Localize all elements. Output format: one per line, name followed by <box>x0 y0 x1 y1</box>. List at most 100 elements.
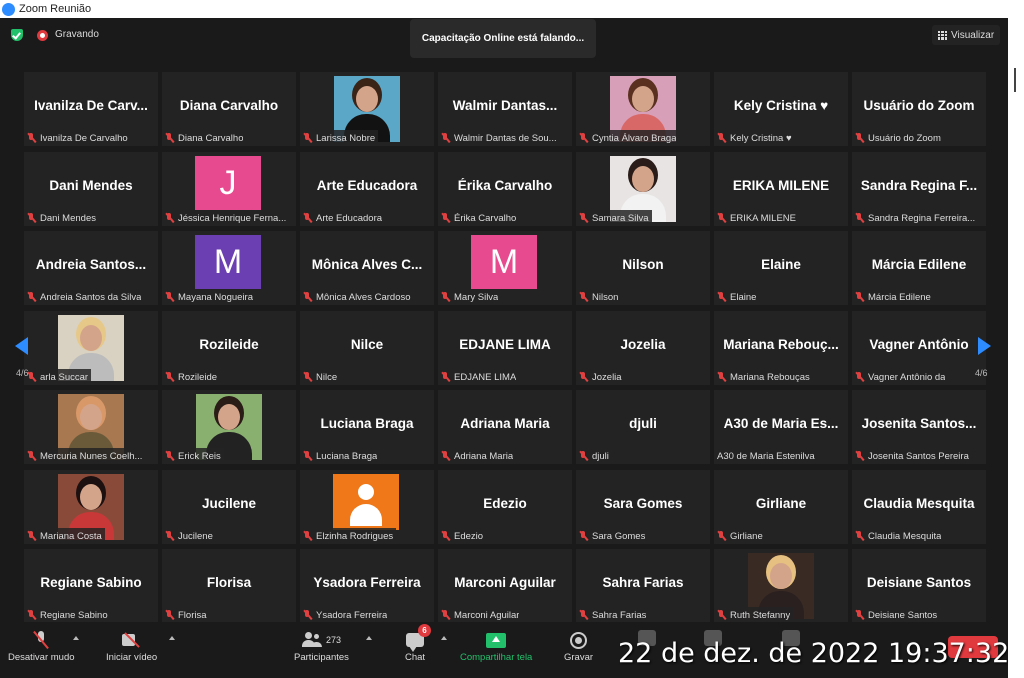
participant-tile[interactable]: Nilson Nilson <box>576 231 710 305</box>
participant-display-name: Edezio <box>483 496 527 511</box>
participant-display-name: Diana Carvalho <box>179 98 279 113</box>
participant-display-name: Regiane Sabino <box>40 575 142 590</box>
participant-display-name: Rozileide <box>199 337 259 352</box>
participant-tile[interactable]: Samara Silva <box>576 152 710 226</box>
participant-tile[interactable]: Girliane Girliane <box>714 470 848 544</box>
participant-tile[interactable]: Elzinha Rodrigues <box>300 470 434 544</box>
participant-tile[interactable]: Edezio Edezio <box>438 470 572 544</box>
participant-tile[interactable]: Dani Mendes Dani Mendes <box>24 152 158 226</box>
participant-tile[interactable]: Mariana Costa <box>24 470 158 544</box>
participant-name-label: Nilson <box>592 291 619 303</box>
participants-count: 273 <box>325 635 341 645</box>
chat-button[interactable]: 6 Chat <box>405 624 432 663</box>
participant-tile[interactable]: J Jéssica Henrique Ferna... <box>162 152 296 226</box>
participant-tile[interactable]: Márcia Edilene Márcia Edilene <box>852 231 986 305</box>
mute-button[interactable]: Desativar mudo <box>8 628 75 663</box>
participant-name-label: Cyntia Álvaro Braga <box>592 132 677 144</box>
chat-options-chevron-icon[interactable] <box>441 636 447 640</box>
previous-page-arrow-icon[interactable] <box>15 337 28 355</box>
mic-muted-icon <box>717 609 726 621</box>
participant-tile[interactable]: Deisiane Santos Deisiane Santos <box>852 549 986 623</box>
participant-tile[interactable]: Elaine Elaine <box>714 231 848 305</box>
participant-tile[interactable]: Usuário do Zoom Usuário do Zoom <box>852 72 986 146</box>
participant-tile[interactable]: Ivanilza De Carv... Ivanilza De Carvalho <box>24 72 158 146</box>
participant-tile[interactable]: Larissa Nobre <box>300 72 434 146</box>
participant-tile[interactable]: Andreia Santos... Andreia Santos da Silva <box>24 231 158 305</box>
participant-tile[interactable]: Érika Carvalho Érika Carvalho <box>438 152 572 226</box>
participant-display-name: Mônica Alves C... <box>311 257 423 272</box>
participant-tile[interactable]: Erick Reis <box>162 390 296 464</box>
participant-tile[interactable]: Mercuria Nunes Coelh... <box>24 390 158 464</box>
title-bar: Zoom Reunião <box>0 0 1024 18</box>
mic-muted-icon <box>441 530 450 542</box>
participant-tile[interactable]: Mariana Rebouç... Mariana Rebouças <box>714 311 848 385</box>
participant-tile[interactable]: ERIKA MILENE ERIKA MILENE <box>714 152 848 226</box>
mic-muted-icon <box>855 450 864 462</box>
participant-tile[interactable]: Rozileide Rozileide <box>162 311 296 385</box>
participant-tile[interactable]: M Mary Silva <box>438 231 572 305</box>
participant-tile[interactable]: Sandra Regina F... Sandra Regina Ferreira… <box>852 152 986 226</box>
participant-tile[interactable]: Vagner Antônio Vagner Antônio da <box>852 311 986 385</box>
participant-name-label: Regiane Sabino <box>40 609 108 621</box>
participant-tile[interactable]: Sahra Farias Sahra Farias <box>576 549 710 623</box>
participant-tile[interactable]: Claudia Mesquita Claudia Mesquita <box>852 470 986 544</box>
participant-tile[interactable]: Ruth Stefanny <box>714 549 848 623</box>
timestamp-overlay: 22 de dez. de 2022 19:37:32 <box>618 638 1010 669</box>
participant-tile[interactable]: Cyntia Álvaro Braga <box>576 72 710 146</box>
view-button[interactable]: Visualizar <box>932 25 1001 45</box>
participant-tile[interactable]: Diana Carvalho Diana Carvalho <box>162 72 296 146</box>
participant-tile[interactable]: Nilce Nilce <box>300 311 434 385</box>
participant-tile[interactable]: Ysadora Ferreira Ysadora Ferreira <box>300 549 434 623</box>
mic-muted-icon <box>579 530 588 542</box>
next-page-arrow-icon[interactable] <box>978 337 991 355</box>
participant-tile[interactable]: Kely Cristina ♥ Kely Cristina ♥ <box>714 72 848 146</box>
participant-name-bar: Márcia Edilene <box>852 289 934 305</box>
participant-name-label: Dani Mendes <box>40 212 96 224</box>
participant-name-bar: Mercuria Nunes Coelh... <box>24 448 146 464</box>
mic-muted-icon <box>165 609 174 621</box>
participant-tile[interactable]: Arte Educadora Arte Educadora <box>300 152 434 226</box>
participant-name-bar: Adriana Maria <box>438 448 517 464</box>
participant-tile[interactable]: Sara Gomes Sara Gomes <box>576 470 710 544</box>
participant-tile[interactable]: Adriana Maria Adriana Maria <box>438 390 572 464</box>
participants-options-chevron-icon[interactable] <box>366 636 372 640</box>
mic-muted-icon <box>303 530 312 542</box>
participant-tile[interactable]: M Mayana Nogueira <box>162 231 296 305</box>
participant-name-label: Elaine <box>730 291 757 303</box>
participant-name-label: Jéssica Henrique Ferna... <box>178 212 287 224</box>
video-options-chevron-icon[interactable] <box>169 636 175 640</box>
participant-display-name: Vagner Antônio <box>869 337 969 352</box>
security-shield-icon[interactable] <box>11 29 23 41</box>
participant-tile[interactable]: Luciana Braga Luciana Braga <box>300 390 434 464</box>
record-button[interactable]: Gravar <box>564 628 593 663</box>
start-video-button[interactable]: Iniciar vídeo <box>106 628 157 663</box>
participant-tile[interactable]: Josenita Santos... Josenita Santos Pereir… <box>852 390 986 464</box>
participant-name-label: Mariana Rebouças <box>730 371 810 383</box>
participant-tile[interactable]: Jucilene Jucilene <box>162 470 296 544</box>
share-screen-button[interactable]: Compartilhar tela <box>460 628 532 663</box>
participants-icon <box>301 632 322 648</box>
participant-tile[interactable]: EDJANE LIMA EDJANE LIMA <box>438 311 572 385</box>
page-indicator-left: 4/6 <box>16 368 29 378</box>
participants-button[interactable]: 273 Participantes <box>294 628 349 663</box>
participant-tile[interactable]: Jozelia Jozelia <box>576 311 710 385</box>
participant-tile[interactable]: Marconi Aguilar Marconi Aguilar <box>438 549 572 623</box>
mic-muted-icon <box>855 530 864 542</box>
participant-tile[interactable]: djuli djuli <box>576 390 710 464</box>
participant-name-bar: Walmir Dantas de Sou... <box>438 130 560 146</box>
audio-options-chevron-icon[interactable] <box>73 636 79 640</box>
participant-display-name: Márcia Edilene <box>871 257 967 272</box>
participant-name-bar: Regiane Sabino <box>24 607 111 623</box>
participant-tile[interactable]: A30 de Maria Es... A30 de Maria Estenilva <box>714 390 848 464</box>
mic-muted-icon <box>579 371 588 383</box>
participant-tile[interactable]: Mônica Alves C... Mônica Alves Cardoso <box>300 231 434 305</box>
participant-name-bar: Larissa Nobre <box>300 130 379 146</box>
participant-tile[interactable]: Regiane Sabino Regiane Sabino <box>24 549 158 623</box>
record-icon <box>570 631 588 649</box>
participant-name-label: Nilce <box>316 371 338 383</box>
participant-name-label: Ysadora Ferreira <box>316 609 388 621</box>
participant-tile[interactable]: Florisa Florisa <box>162 549 296 623</box>
participant-tile[interactable]: arla Succar <box>24 311 158 385</box>
participant-display-name: Jucilene <box>201 496 257 511</box>
participant-tile[interactable]: Walmir Dantas... Walmir Dantas de Sou... <box>438 72 572 146</box>
